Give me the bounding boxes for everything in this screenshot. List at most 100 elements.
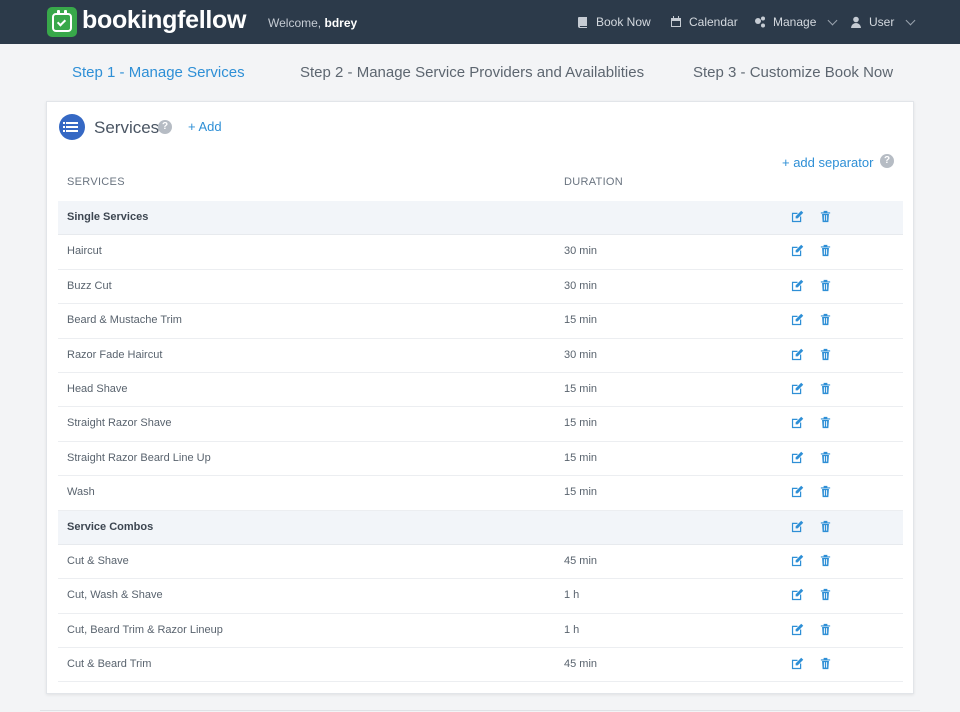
add-service-link[interactable]: + Add [188, 119, 222, 134]
divider [40, 710, 920, 711]
table-row: Haircut 30 min [58, 235, 903, 270]
brand-name[interactable]: bookingfellow [82, 6, 246, 35]
trash-icon[interactable] [819, 588, 833, 602]
trash-icon[interactable] [819, 382, 833, 396]
group-row: Single Services [58, 201, 903, 236]
service-duration: 15 min [564, 314, 598, 327]
trash-icon[interactable] [819, 554, 833, 568]
step-2-tab[interactable]: Step 2 - Manage Service Providers and Av… [300, 64, 644, 81]
card-title: Services [94, 118, 160, 137]
trash-icon[interactable] [819, 348, 833, 362]
service-name: Straight Razor Shave [67, 417, 172, 430]
edit-icon[interactable] [791, 244, 805, 258]
edit-icon[interactable] [791, 279, 805, 293]
add-separator-link[interactable]: + add separator [782, 155, 873, 170]
service-duration: 15 min [564, 486, 598, 499]
service-duration: 30 min [564, 348, 598, 361]
calendar-icon [671, 16, 681, 27]
chevron-down-icon [827, 15, 838, 25]
service-duration: 45 min [564, 658, 598, 671]
services-card: Services ? + Add + add separator ? SERVI… [46, 101, 914, 694]
welcome-username: bdrey [324, 16, 358, 30]
service-name: Buzz Cut [67, 279, 112, 292]
user-icon [851, 16, 861, 28]
trash-icon[interactable] [819, 279, 833, 293]
edit-icon[interactable] [791, 348, 805, 362]
help-icon[interactable]: ? [158, 120, 172, 134]
service-name: Service Combos [67, 520, 154, 533]
table-row: Cut, Beard Trim & Razor Lineup 1 h [58, 614, 903, 649]
chevron-down-icon [905, 15, 916, 25]
edit-icon[interactable] [791, 657, 805, 671]
trash-icon[interactable] [819, 623, 833, 637]
trash-icon[interactable] [819, 210, 833, 224]
service-name: Beard & Mustache Trim [67, 314, 182, 327]
table-row: Buzz Cut 30 min [58, 270, 903, 305]
service-name: Head Shave [67, 382, 128, 395]
edit-icon[interactable] [791, 520, 805, 534]
table-row: Beard & Mustache Trim 15 min [58, 304, 903, 339]
welcome-text: Welcome, bdrey [268, 16, 357, 30]
edit-icon[interactable] [791, 210, 805, 224]
table-row: Cut, Wash & Shave 1 h [58, 579, 903, 614]
trash-icon[interactable] [819, 244, 833, 258]
service-name: Cut & Shave [67, 554, 129, 567]
service-duration: 15 min [564, 417, 598, 430]
trash-icon[interactable] [819, 313, 833, 327]
service-name: Cut, Beard Trim & Razor Lineup [67, 623, 223, 636]
edit-icon[interactable] [791, 451, 805, 465]
trash-icon[interactable] [819, 657, 833, 671]
column-header-duration: DURATION [564, 176, 624, 188]
service-duration: 1 h [564, 589, 580, 602]
step-3-tab[interactable]: Step 3 - Customize Book Now [693, 64, 893, 81]
table-row: Straight Razor Beard Line Up 15 min [58, 442, 903, 477]
service-name: Wash [67, 486, 95, 499]
nav-manage-label: Manage [773, 15, 817, 29]
trash-icon[interactable] [819, 520, 833, 534]
nav-user[interactable]: User [850, 15, 916, 29]
edit-icon[interactable] [791, 313, 805, 327]
edit-icon[interactable] [791, 416, 805, 430]
table-row: Cut & Shave 45 min [58, 545, 903, 580]
table-row: Straight Razor Shave 15 min [58, 407, 903, 442]
nav-manage[interactable]: Manage [754, 15, 838, 29]
welcome-prefix: Welcome, [268, 16, 322, 30]
nav-calendar-label: Calendar [689, 15, 738, 29]
service-name: Cut & Beard Trim [67, 658, 152, 671]
service-duration: 45 min [564, 554, 598, 567]
edit-icon[interactable] [791, 554, 805, 568]
service-name: Haircut [67, 245, 102, 258]
service-duration: 15 min [564, 451, 598, 464]
nav-book-now[interactable]: Book Now [577, 15, 651, 29]
service-duration: 30 min [564, 245, 598, 258]
services-table: Single Services Haircut 30 min Buzz Cut 30 m… [58, 201, 903, 683]
group-row: Service Combos [58, 510, 903, 545]
logo-icon[interactable] [47, 7, 77, 37]
service-duration: 30 min [564, 279, 598, 292]
table-row: Cut & Beard Trim 45 min [58, 648, 903, 683]
separator-help-icon[interactable]: ? [880, 154, 894, 168]
service-duration: 1 h [564, 623, 580, 636]
edit-icon[interactable] [791, 382, 805, 396]
table-row: Wash 15 min [58, 476, 903, 511]
cogs-icon [755, 16, 765, 28]
list-icon [59, 114, 85, 140]
trash-icon[interactable] [819, 485, 833, 499]
nav-book-now-label: Book Now [596, 15, 651, 29]
table-row: Head Shave 15 min [58, 373, 903, 408]
nav-calendar[interactable]: Calendar [670, 15, 738, 29]
book-icon [578, 17, 587, 28]
edit-icon[interactable] [791, 623, 805, 637]
service-name: Razor Fade Haircut [67, 348, 163, 361]
service-name: Straight Razor Beard Line Up [67, 451, 211, 464]
column-header-services: SERVICES [67, 176, 125, 188]
service-name: Cut, Wash & Shave [67, 589, 163, 602]
step-1-tab[interactable]: Step 1 - Manage Services [72, 64, 245, 81]
trash-icon[interactable] [819, 416, 833, 430]
top-navbar: bookingfellow Welcome, bdrey Book Now Ca… [0, 0, 960, 44]
service-duration: 15 min [564, 382, 598, 395]
trash-icon[interactable] [819, 451, 833, 465]
edit-icon[interactable] [791, 588, 805, 602]
edit-icon[interactable] [791, 485, 805, 499]
service-name: Single Services [67, 211, 149, 223]
